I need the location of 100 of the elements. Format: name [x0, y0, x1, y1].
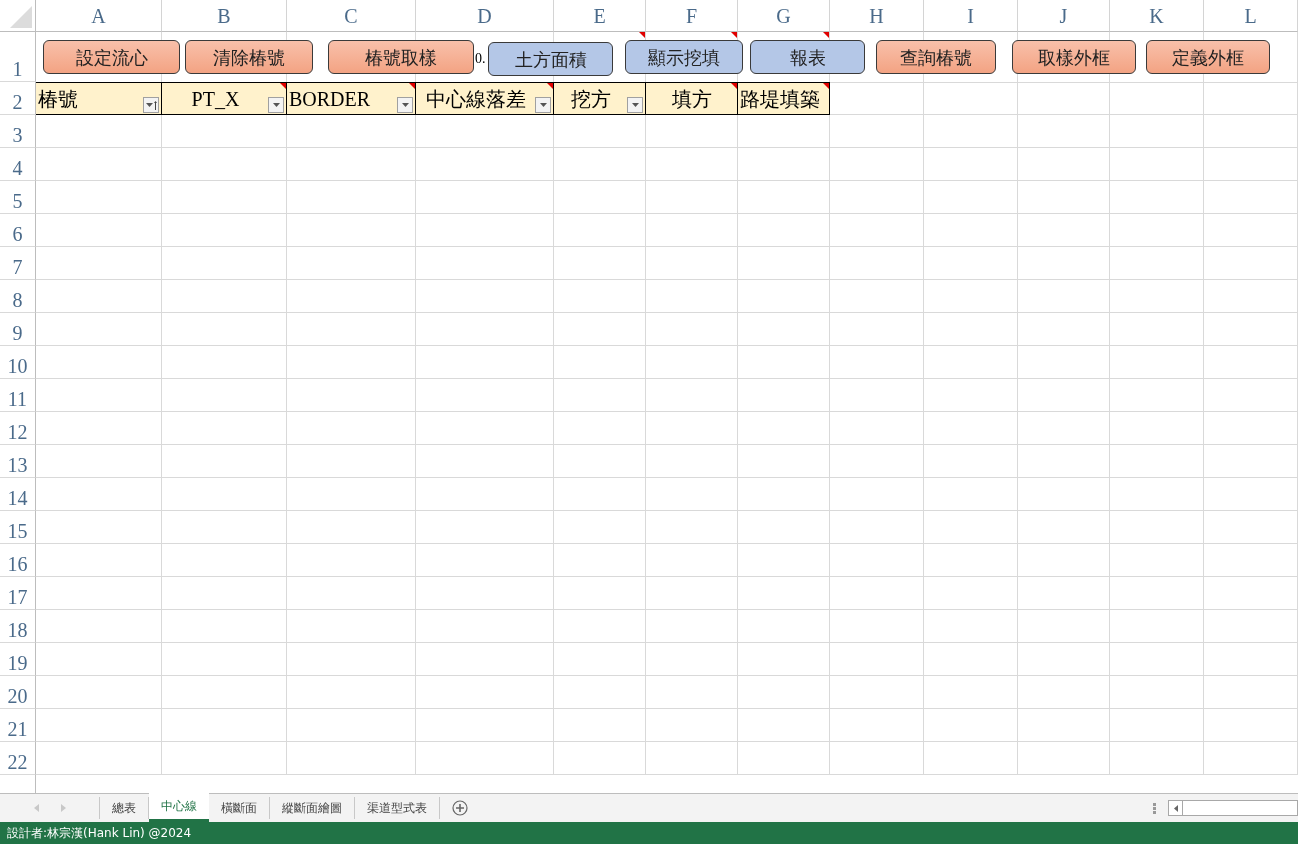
grid-cell[interactable] [1110, 115, 1204, 148]
grid-cell[interactable] [1110, 742, 1204, 775]
grid-cell[interactable] [1110, 511, 1204, 544]
row-number[interactable]: 8 [12, 290, 23, 310]
grid-cell[interactable] [554, 346, 646, 379]
grid-cell[interactable] [554, 247, 646, 280]
grid-cell[interactable] [1018, 247, 1110, 280]
row-number[interactable]: 14 [7, 488, 28, 508]
grid-cell[interactable] [287, 445, 416, 478]
grid-cell[interactable] [162, 247, 287, 280]
grid-cell[interactable] [738, 676, 830, 709]
grid-cell[interactable] [924, 511, 1018, 544]
grid-cell[interactable] [416, 346, 554, 379]
grid-cell[interactable] [924, 478, 1018, 511]
grid-cell[interactable] [738, 379, 830, 412]
grid-cell[interactable] [1018, 148, 1110, 181]
grid-cell[interactable] [1018, 511, 1110, 544]
grid-cell[interactable] [830, 742, 924, 775]
grid-cell[interactable] [162, 742, 287, 775]
grid-cell[interactable] [738, 544, 830, 577]
grid-cell[interactable] [646, 115, 738, 148]
grid-cell[interactable] [1204, 511, 1298, 544]
grid-cell[interactable] [554, 445, 646, 478]
grid-cell[interactable] [738, 643, 830, 676]
grid-cell[interactable] [1018, 610, 1110, 643]
grid-cell[interactable] [646, 742, 738, 775]
grid-cell[interactable] [1204, 610, 1298, 643]
grid-cell[interactable] [1018, 577, 1110, 610]
grid-cell[interactable] [554, 214, 646, 247]
grid-cell[interactable] [1204, 280, 1298, 313]
grid-cell[interactable] [738, 742, 830, 775]
grid-cell[interactable] [1018, 478, 1110, 511]
select-all-icon[interactable] [10, 6, 32, 28]
macro-button[interactable]: 設定流心 [43, 40, 180, 74]
grid-cell[interactable] [416, 544, 554, 577]
grid-cell[interactable] [1018, 346, 1110, 379]
grid-cell[interactable] [738, 115, 830, 148]
row-number[interactable]: 10 [7, 356, 28, 376]
grid-cell[interactable] [738, 577, 830, 610]
grid-cell[interactable] [830, 643, 924, 676]
grid-cell[interactable] [830, 313, 924, 346]
grid-cell[interactable] [1204, 643, 1298, 676]
grid-cell[interactable] [1018, 313, 1110, 346]
grid-cell[interactable] [1110, 577, 1204, 610]
grid-cell[interactable] [162, 511, 287, 544]
row-number[interactable]: 6 [12, 224, 23, 244]
row-number[interactable]: 21 [7, 719, 28, 739]
grid-cell[interactable] [1204, 82, 1298, 115]
grid-cell[interactable] [162, 346, 287, 379]
sheet-tab[interactable]: 縱斷面繪圖 [270, 797, 355, 819]
grid-cell[interactable] [924, 82, 1018, 115]
grid-cell[interactable] [646, 511, 738, 544]
grid-cell[interactable] [554, 115, 646, 148]
grid-cell[interactable] [162, 643, 287, 676]
grid-cell[interactable] [36, 379, 162, 412]
grid-cell[interactable] [1110, 643, 1204, 676]
grid-cell[interactable] [36, 445, 162, 478]
grid-cell[interactable] [162, 313, 287, 346]
column-header[interactable]: E [593, 0, 606, 31]
grid-cell[interactable] [924, 676, 1018, 709]
grid-cell[interactable] [1018, 214, 1110, 247]
grid-cell[interactable] [646, 247, 738, 280]
grid-cell[interactable] [924, 115, 1018, 148]
grid-cell[interactable] [416, 445, 554, 478]
grid-cell[interactable] [1018, 412, 1110, 445]
grid-cell[interactable] [162, 544, 287, 577]
grid-cell[interactable] [646, 709, 738, 742]
grid-cell[interactable] [1204, 148, 1298, 181]
grid-cell[interactable] [924, 379, 1018, 412]
grid-cell[interactable] [646, 214, 738, 247]
grid-cell[interactable] [162, 115, 287, 148]
row-number[interactable]: 12 [7, 422, 28, 442]
macro-button[interactable]: 清除椿號 [185, 40, 313, 74]
grid-cell[interactable] [1110, 82, 1204, 115]
grid-cell[interactable] [1204, 214, 1298, 247]
grid-cell[interactable] [416, 412, 554, 445]
header-cell[interactable]: 椿號 [36, 82, 162, 115]
grid-cell[interactable] [287, 280, 416, 313]
grid-cell[interactable] [554, 742, 646, 775]
grid-cell[interactable] [287, 181, 416, 214]
grid-cell[interactable] [554, 676, 646, 709]
grid-cell[interactable] [924, 445, 1018, 478]
grid-cell[interactable] [924, 280, 1018, 313]
grid-cell[interactable] [924, 544, 1018, 577]
grid-cell[interactable] [554, 379, 646, 412]
grid-cell[interactable] [830, 115, 924, 148]
grid-cell[interactable] [162, 280, 287, 313]
grid-cell[interactable] [36, 247, 162, 280]
grid-cell[interactable] [287, 511, 416, 544]
next-sheet-icon[interactable] [60, 804, 66, 812]
grid-cell[interactable] [36, 511, 162, 544]
grid-cell[interactable] [1018, 742, 1110, 775]
grid-cell[interactable] [830, 445, 924, 478]
grid-cell[interactable] [738, 313, 830, 346]
grid-cell[interactable] [287, 148, 416, 181]
row-number[interactable]: 20 [7, 686, 28, 706]
grid-cell[interactable] [1110, 412, 1204, 445]
grid-cell[interactable] [416, 115, 554, 148]
row-number[interactable]: 16 [7, 554, 28, 574]
grid-cell[interactable] [162, 478, 287, 511]
